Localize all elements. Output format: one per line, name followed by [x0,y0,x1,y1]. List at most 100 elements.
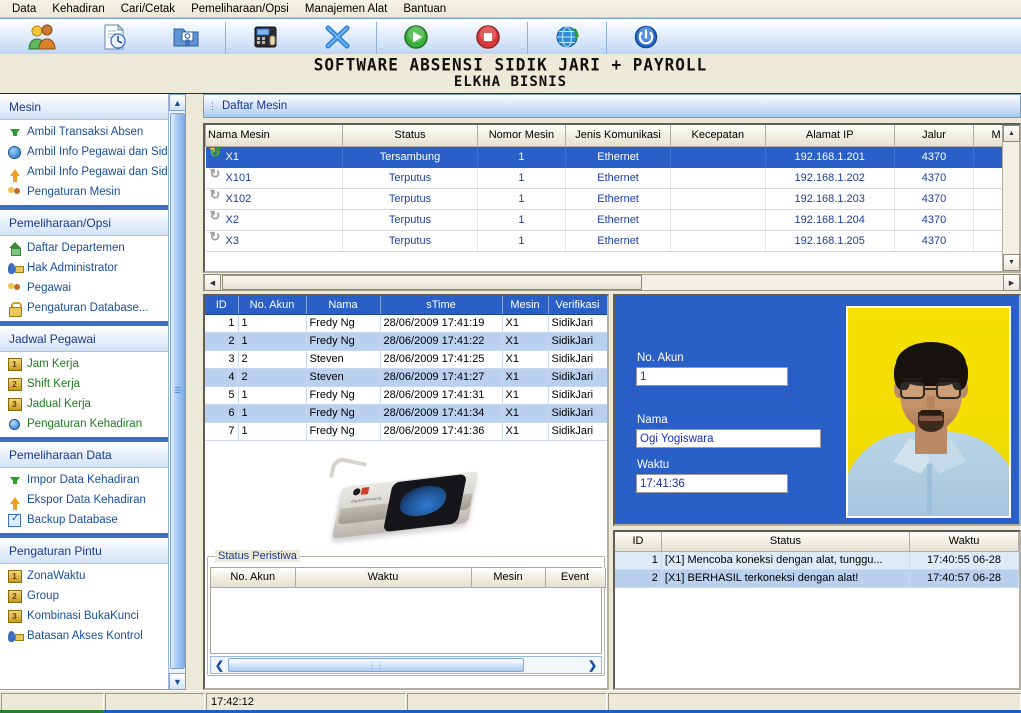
sidebar-item-label: Backup Database [27,514,118,526]
machine-col-header[interactable]: Jenis Komunikasi [565,125,671,147]
status-table-row[interactable]: 2 [X1] BERHASIL terkoneksi dengan alat! 17… [615,569,1019,588]
menu-item-bantuan[interactable]: Bantuan [395,1,454,17]
sidebar-scrollbar[interactable]: ▲ ☰ ▼ [168,94,185,689]
red-stop-icon [473,22,503,52]
menu-item-kehadiran[interactable]: Kehadiran [44,1,112,17]
sidebar-item-pegawai[interactable]: Pegawai [0,278,185,298]
sidebar-group-header-pemeliharaan-data[interactable]: Pemeliharaan Data« [0,442,185,468]
sidebar-item-daftar-departemen[interactable]: Daftar Departemen [0,238,185,258]
connection-status-table[interactable]: ID Status Waktu 1 [X1] Mencoba koneksi deng… [613,530,1021,690]
sidebar-group-header-jadwal-pegawai[interactable]: Jadwal Pegawai« [0,326,185,352]
sidebar-item-pengaturan-database[interactable]: Pengaturan Database... [0,298,185,318]
sidebar-group-header-mesin[interactable]: Mesin« [0,94,185,120]
machine-table-row[interactable]: X3 Terputus1Ethernet 192.168.1.2054370 [205,230,1019,252]
status-col-header[interactable]: Waktu [909,532,1019,552]
log-table-row[interactable]: 1 1 Fredy Ng 28/06/2009 17:41:19 X1 SidikJari [205,314,607,333]
sidebar-item-ambil-transaksi-absen[interactable]: Ambil Transaksi Absen [0,122,185,142]
machine-col-header[interactable]: Status [342,125,478,147]
machine-cell-nomor: 1 [477,209,567,231]
machine-hscroll-left-button[interactable]: ◀ [204,274,221,291]
menu-item-data[interactable]: Data [4,1,44,17]
peristiwa-horizontal-scrollbar[interactable]: ❮ ⋮⋮ ❯ [210,656,602,674]
waktu-field[interactable]: 17:41:36 [636,474,788,493]
peristiwa-col-header[interactable]: Mesin [471,568,546,588]
status-col-header[interactable]: ID [615,532,662,552]
sidebar-item-pengaturan-mesin[interactable]: Pengaturan Mesin [0,182,185,202]
sidebar-item-label: Pegawai [27,282,72,294]
sidebar-scroll-up-button[interactable]: ▲ [169,94,185,111]
machine-col-header[interactable]: Nama Mesin [204,125,344,147]
peristiwa-col-header[interactable]: Event [545,568,606,588]
sidebar-item-batasan-akses-kontrol[interactable]: Batasan Akses Kontrol [0,626,185,646]
sidebar-item-ambil-info-pegawai-dan-sidikjari[interactable]: Ambil Info Pegawai dan SidikJari [0,142,185,162]
log-table-row[interactable]: 5 1 Fredy Ng 28/06/2009 17:41:31 X1 SidikJari [205,386,607,405]
machine-table-row[interactable]: X101 Terputus1Ethernet 192.168.1.2024370 [205,167,1019,189]
log-cell-mesin: X1 [502,368,549,387]
sidebar-item-hak-administrator[interactable]: Hak Administrator [0,258,185,278]
menu-item-manajemen-alat[interactable]: Manajemen Alat [297,1,395,17]
log-col-header[interactable]: ID [205,296,239,315]
peristiwa-col-header[interactable]: Waktu [295,568,472,588]
sidebar-item-backup-database[interactable]: Backup Database [0,510,185,530]
log-col-header[interactable]: sTime [380,296,503,315]
sidebar-item-impor-data-kehadiran[interactable]: Impor Data Kehadiran [0,470,185,490]
machine-table-row[interactable]: X1 Tersambung1Ethernet 192.168.1.2014370 [205,146,1019,168]
tab-daftar-mesin[interactable]: ⋮ Daftar Mesin [203,94,1021,118]
sidebar-item-zonawaktu[interactable]: 1 ZonaWaktu [0,566,185,586]
sidebar-item-jadual-kerja[interactable]: 3 Jadual Kerja [0,394,185,414]
log-cell-nama: Fredy Ng [306,386,381,405]
peristiwa-hscroll-left-button[interactable]: ❮ [211,657,228,673]
log-col-header[interactable]: Verifikasi [548,296,607,315]
log-col-header[interactable]: Mesin [502,296,549,315]
sidebar-group-header-pengaturan-pintu[interactable]: Pengaturan Pintu« [0,538,185,564]
machine-table-row[interactable]: X102 Terputus1Ethernet 192.168.1.2034370 [205,188,1019,210]
nama-field[interactable]: Ogi Yogiswara [636,429,821,448]
log-table-row[interactable]: 3 2 Steven 28/06/2009 17:41:25 X1 SidikJari [205,350,607,369]
machine-table-row[interactable]: X2 Terputus1Ethernet 192.168.1.2044370 [205,209,1019,231]
sidebar-item-ambil-info-pegawai-dan-sidikjari[interactable]: Ambil Info Pegawai dan SidikJari [0,162,185,182]
machine-col-header[interactable]: Kecepatan [669,125,766,147]
no-akun-field[interactable]: 1 [636,367,788,386]
log-table-row[interactable]: 7 1 Fredy Ng 28/06/2009 17:41:36 X1 SidikJari [205,422,607,441]
sidebar-scroll-down-button[interactable]: ▼ [169,673,185,689]
peristiwa-hscroll-right-button[interactable]: ❯ [584,657,601,673]
machine-hscroll-thumb[interactable] [222,275,642,290]
log-table-row[interactable]: 6 1 Fredy Ng 28/06/2009 17:41:34 X1 SidikJari [205,404,607,423]
sidebar-item-shift-kerja[interactable]: 2 Shift Kerja [0,374,185,394]
number-2-icon: 2 [6,588,23,604]
sidebar-item-group[interactable]: 2 Group [0,586,185,606]
machine-grid-body: X1Tersambung1Ethernet192.168.1.2014370X1… [205,146,1019,252]
log-col-header[interactable]: No. Akun [238,296,307,315]
menu-item-pemeliharaan-opsi[interactable]: Pemeliharaan/Opsi [183,1,297,17]
peristiwa-table[interactable]: No. Akun Waktu Mesin Event [210,567,606,654]
statusbar-panel-5 [608,693,1021,711]
machine-scroll-down-button[interactable]: ▼ [1003,254,1020,271]
menu-item-cari-cetak[interactable]: Cari/Cetak [113,1,183,17]
attendance-log-panel[interactable]: ID No. Akun Nama sTime Mesin Verifikasi 1 1 Fre… [203,294,609,690]
sidebar-item-pengaturan-kehadiran[interactable]: Pengaturan Kehadiran [0,414,185,434]
peristiwa-col-header[interactable]: No. Akun [211,568,296,588]
machine-list-table[interactable]: Nama Mesin Status Nomor Mesin Jenis Komunik… [203,123,1021,273]
peristiwa-hscroll-thumb[interactable]: ⋮⋮ [228,658,524,672]
log-cell-nama: Fredy Ng [306,314,381,333]
sidebar-item-kombinasi-bukakunci[interactable]: 3 Kombinasi BukaKunci [0,606,185,626]
machine-scroll-up-button[interactable]: ▲ [1003,125,1020,142]
machine-col-header[interactable]: Jalur [893,125,975,147]
machine-hscroll-right-button[interactable]: ▶ [1003,274,1020,291]
machine-col-header[interactable]: Alamat IP [764,125,895,147]
machine-grid-vertical-scrollbar[interactable]: ▲ ▼ [1002,125,1020,271]
log-table-row[interactable]: 4 2 Steven 28/06/2009 17:41:27 X1 SidikJari [205,368,607,387]
sidebar-item-jam-kerja[interactable]: 1 Jam Kerja [0,354,185,374]
log-table-row[interactable]: 2 1 Fredy Ng 28/06/2009 17:41:22 X1 SidikJari [205,332,607,351]
machine-grid-horizontal-scrollbar[interactable]: ◀ ▶ [203,274,1021,291]
status-col-header[interactable]: Status [661,532,911,552]
sidebar-group-header-pemeliharaan-opsi[interactable]: Pemeliharaan/Opsi« [0,210,185,236]
machine-name-text: X102 [225,193,252,205]
log-col-header[interactable]: Nama [306,296,381,315]
sidebar-item-ekspor-data-kehadiran[interactable]: Ekspor Data Kehadiran [0,490,185,510]
log-cell-id: 2 [205,332,239,351]
sidebar-item-label: Kombinasi BukaKunci [27,610,139,622]
machine-col-header[interactable]: Nomor Mesin [476,125,567,147]
sidebar-scroll-thumb[interactable]: ☰ [170,113,185,669]
status-table-row[interactable]: 1 [X1] Mencoba koneksi dengan alat, tungg… [615,551,1019,570]
